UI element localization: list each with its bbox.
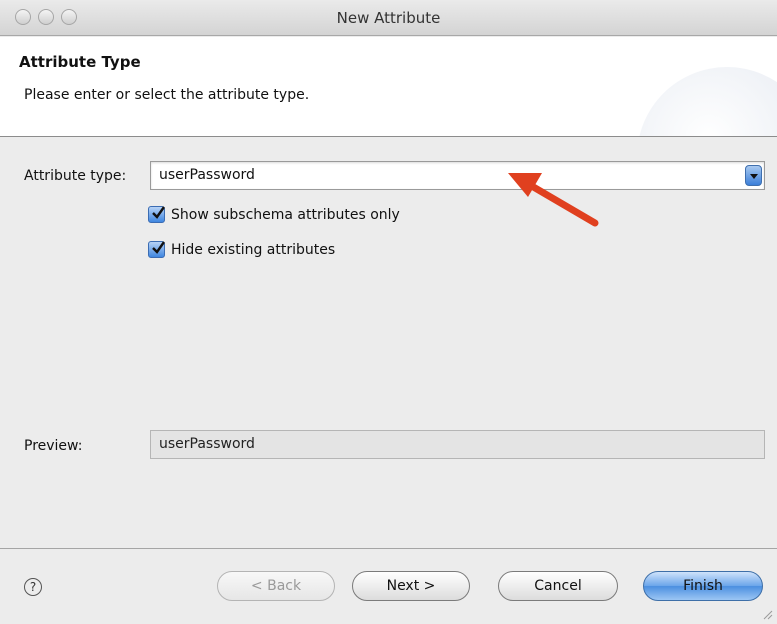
hide-existing-option[interactable]: Hide existing attributes bbox=[148, 241, 335, 258]
attribute-type-value[interactable]: userPassword bbox=[159, 167, 255, 183]
dropdown-arrow-icon[interactable] bbox=[745, 165, 762, 186]
finish-button[interactable]: Finish bbox=[643, 571, 763, 601]
hide-existing-label: Hide existing attributes bbox=[171, 241, 336, 258]
preview-field: userPassword bbox=[150, 430, 765, 459]
show-subschema-option[interactable]: Show subschema attributes only bbox=[148, 206, 400, 223]
window-title: New Attribute bbox=[336, 9, 441, 27]
wizard-content: Attribute type: userPassword Show subsch… bbox=[0, 138, 777, 548]
next-button[interactable]: Next > bbox=[352, 571, 470, 601]
attribute-type-combo[interactable]: userPassword bbox=[150, 161, 765, 190]
resize-grip-icon[interactable] bbox=[761, 608, 773, 620]
banner-title: Attribute Type bbox=[19, 53, 141, 71]
show-subschema-label: Show subschema attributes only bbox=[171, 206, 400, 223]
wizard-banner: Attribute Type Please enter or select th… bbox=[0, 37, 777, 137]
banner-description: Please enter or select the attribute typ… bbox=[24, 87, 310, 103]
checkmark-icon bbox=[152, 206, 165, 219]
back-button[interactable]: < Back bbox=[217, 571, 335, 601]
preview-label: Preview: bbox=[24, 438, 83, 454]
checkmark-icon bbox=[152, 241, 165, 254]
wizard-footer: ? < Back Next > Cancel Finish bbox=[0, 549, 777, 624]
banner-decoration bbox=[637, 67, 777, 136]
annotation-arrow-icon bbox=[508, 173, 599, 227]
help-button[interactable]: ? bbox=[24, 578, 42, 596]
preview-value: userPassword bbox=[159, 436, 255, 452]
title-bar: New Attribute bbox=[0, 0, 777, 36]
attribute-type-label: Attribute type: bbox=[24, 168, 127, 184]
hide-existing-checkbox[interactable] bbox=[148, 241, 165, 258]
cancel-button[interactable]: Cancel bbox=[498, 571, 618, 601]
show-subschema-checkbox[interactable] bbox=[148, 206, 165, 223]
